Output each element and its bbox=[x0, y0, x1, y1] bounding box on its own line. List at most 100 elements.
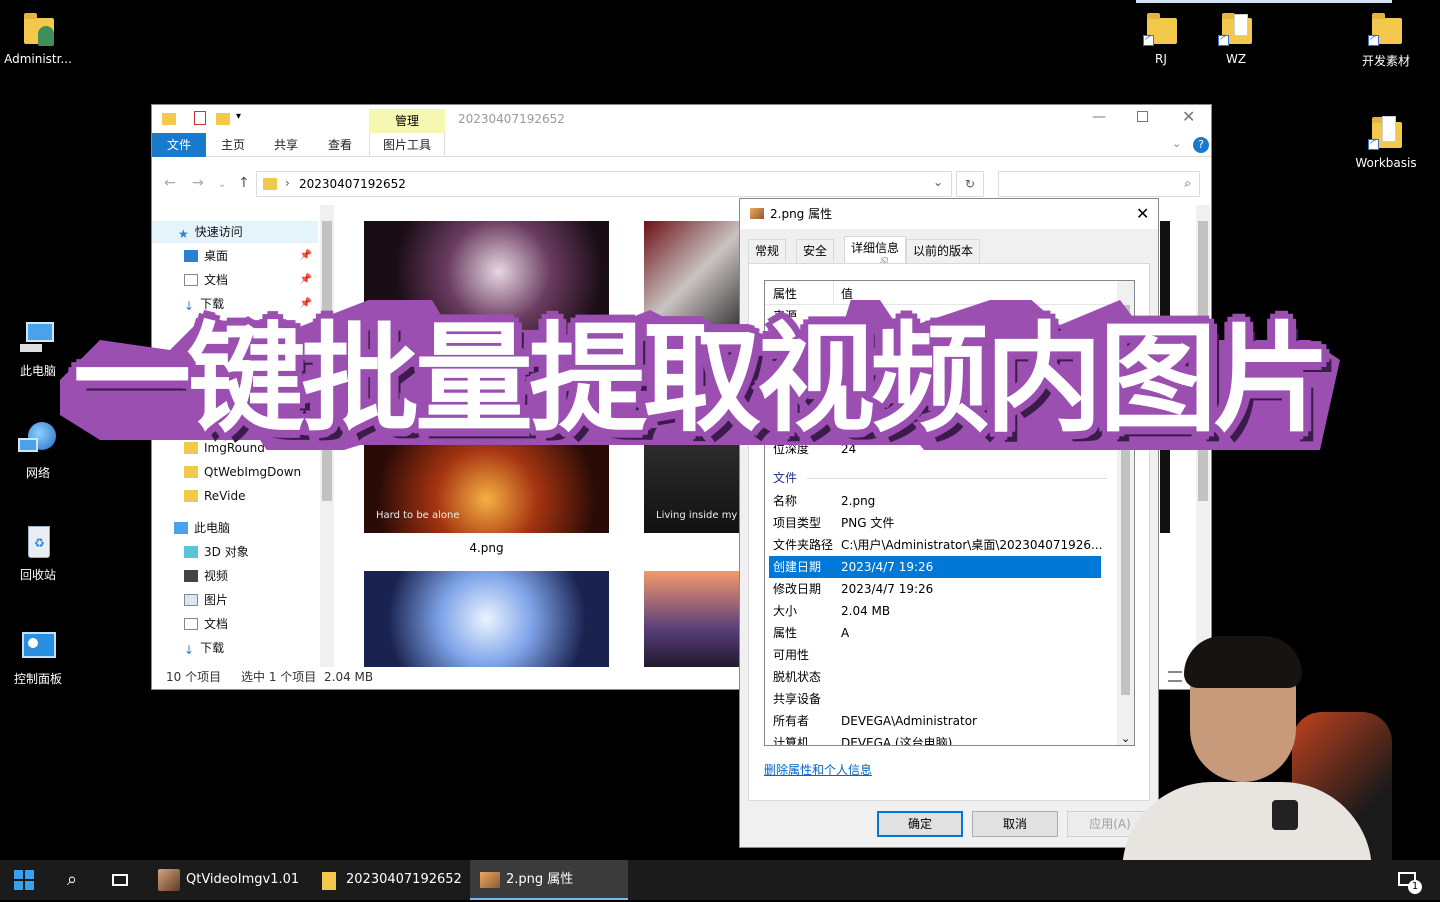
forward-icon[interactable]: → bbox=[192, 175, 204, 191]
desktop-icon-administrator[interactable]: Administr... bbox=[0, 8, 76, 66]
help-icon[interactable]: ? bbox=[1193, 137, 1209, 153]
nav-item-qtwebimgdown[interactable]: QtWebImgDown bbox=[184, 461, 318, 483]
banner-text: 一键批量提取视频内图片 bbox=[72, 310, 1331, 448]
tab-picture-tools[interactable]: 图片工具 bbox=[369, 133, 445, 157]
folder-shortcut-icon bbox=[1216, 8, 1256, 48]
ribbon-expand-icon[interactable]: ⌄ bbox=[1172, 137, 1181, 150]
computer-icon bbox=[174, 522, 188, 534]
nav-pc-documents[interactable]: 文档 bbox=[184, 613, 318, 635]
user-folder-icon bbox=[18, 8, 58, 48]
explorer-titlebar: ▾ 管理 20230407192652 — ✕ bbox=[152, 105, 1211, 133]
start-button[interactable] bbox=[0, 860, 48, 900]
tab-previous-versions[interactable]: 以前的版本 bbox=[906, 239, 981, 263]
search-input[interactable]: ⌕ bbox=[998, 171, 1200, 197]
tab-home[interactable]: 主页 bbox=[208, 133, 258, 157]
minimize-icon[interactable]: — bbox=[1092, 109, 1106, 125]
thumbnail-6[interactable] bbox=[364, 571, 609, 667]
desktop-icon-label: 回收站 bbox=[19, 568, 56, 582]
nav-pc-videos[interactable]: 视频 bbox=[184, 565, 318, 587]
property-row-folder-path[interactable]: 文件夹路径 C:\用户\Administrator\桌面\202304071926… bbox=[769, 534, 1102, 556]
property-row-owner[interactable]: 所有者 DEVEGA\Administrator bbox=[769, 710, 1101, 732]
taskbar-item-qtvideoimg[interactable]: QtVideoImgv1.01 bbox=[148, 860, 308, 900]
close-icon[interactable]: ✕ bbox=[1136, 199, 1149, 229]
group-header-file: 文件 bbox=[773, 471, 798, 485]
nav-item-documents[interactable]: 文档 📌 bbox=[184, 269, 318, 291]
dialog-titlebar: 2.png 属性 ✕ bbox=[740, 199, 1158, 229]
back-icon[interactable]: ← bbox=[164, 175, 176, 191]
desktop-icon-rj[interactable]: RJ bbox=[1123, 8, 1199, 66]
cube-icon bbox=[184, 546, 198, 558]
taskbar-item-properties[interactable]: 2.png 属性 bbox=[470, 860, 628, 900]
windows-logo-icon bbox=[14, 870, 34, 890]
selected-count: 选中 1 个项目 bbox=[241, 670, 317, 684]
breadcrumb-chevron-icon: › bbox=[285, 176, 290, 190]
property-row-availability[interactable]: 可用性 bbox=[769, 644, 1101, 666]
download-arrow-icon: ↓ bbox=[184, 643, 195, 657]
pin-icon: 📌 bbox=[299, 274, 312, 285]
nav-pc-pictures[interactable]: 图片 bbox=[184, 589, 318, 611]
new-folder-quick-icon[interactable] bbox=[216, 113, 230, 125]
thumbnail-filename: 4.png bbox=[469, 541, 504, 555]
computer-icon bbox=[18, 318, 58, 358]
nav-pc-3d-objects[interactable]: 3D 对象 bbox=[184, 541, 318, 563]
desktop-icon-control-panel[interactable]: 控制面板 bbox=[0, 626, 76, 687]
ok-button[interactable]: 确定 bbox=[877, 811, 963, 837]
property-row-shared-with[interactable]: 共享设备 bbox=[769, 688, 1101, 710]
property-row-size[interactable]: 大小 2.04 MB bbox=[769, 600, 1101, 622]
folder-icon bbox=[322, 872, 336, 890]
address-dropdown-icon[interactable]: ⌄ bbox=[933, 175, 943, 189]
cancel-button[interactable]: 取消 bbox=[972, 811, 1058, 837]
up-icon[interactable]: ↑ bbox=[238, 175, 250, 191]
property-row-computer[interactable]: 计算机 DEVEGA (这台电脑) bbox=[769, 732, 1101, 745]
close-icon[interactable]: ✕ bbox=[1182, 107, 1195, 126]
tab-file[interactable]: 文件 bbox=[152, 133, 206, 157]
maximize-icon[interactable] bbox=[1137, 111, 1148, 122]
properties-quick-icon[interactable] bbox=[194, 111, 206, 125]
desktop-icon-wz[interactable]: WZ bbox=[1198, 8, 1274, 66]
property-row-created[interactable]: 创建日期 2023/4/7 19:26 bbox=[769, 556, 1101, 578]
nav-quick-access[interactable]: ★ 快速访问 bbox=[152, 221, 318, 243]
group-divider bbox=[807, 478, 1107, 479]
remove-properties-link[interactable]: 删除属性和个人信息 bbox=[764, 761, 872, 778]
folder-shortcut-icon bbox=[1366, 8, 1406, 48]
desktop-top-bar bbox=[1136, 0, 1392, 3]
document-icon bbox=[184, 274, 198, 286]
desktop-icon-dev-assets[interactable]: 开发素材 bbox=[1348, 8, 1424, 69]
search-icon: ⌕ bbox=[66, 869, 78, 890]
dialog-title: 2.png 属性 bbox=[770, 207, 833, 221]
document-icon bbox=[184, 618, 198, 630]
desktop-icon-workbasis[interactable]: Workbasis bbox=[1348, 112, 1424, 170]
notification-center-button[interactable]: 1 bbox=[1390, 860, 1430, 900]
property-row-name[interactable]: 名称 2.png bbox=[769, 490, 1101, 512]
nav-item-desktop[interactable]: 桌面 📌 bbox=[184, 245, 318, 267]
refresh-button[interactable]: ↻ bbox=[956, 171, 984, 197]
desktop-icon-label: WZ bbox=[1225, 52, 1247, 66]
desktop-icon bbox=[184, 250, 198, 262]
folder-icon bbox=[184, 490, 198, 502]
dropdown-arrow-icon[interactable]: ▾ bbox=[236, 111, 241, 122]
desktop-icon-label: Workbasis bbox=[1355, 156, 1417, 170]
person-hair bbox=[1184, 636, 1302, 688]
address-bar[interactable]: › 20230407192652 ⌄ bbox=[256, 171, 952, 197]
tab-share[interactable]: 共享 bbox=[260, 133, 312, 157]
taskbar-item-explorer[interactable]: 20230407192652 bbox=[310, 860, 468, 900]
thumbnail-7[interactable] bbox=[644, 571, 744, 667]
tab-general[interactable]: 常规 bbox=[748, 239, 787, 263]
property-row-offline-status[interactable]: 脱机状态 bbox=[769, 666, 1101, 688]
property-row-modified[interactable]: 修改日期 2023/4/7 19:26 bbox=[769, 578, 1101, 600]
property-row-attributes[interactable]: 属性 A bbox=[769, 622, 1101, 644]
recycle-bin-icon: ♻ bbox=[18, 522, 58, 562]
nav-pc-downloads[interactable]: ↓ 下载 bbox=[184, 637, 318, 659]
task-view-button[interactable] bbox=[96, 860, 144, 900]
tab-security[interactable]: 安全 bbox=[796, 239, 835, 263]
thumbnail-caption: Living inside my bbox=[656, 510, 738, 521]
recent-dropdown-icon[interactable]: ⌄ bbox=[218, 179, 226, 190]
tab-view[interactable]: 查看 bbox=[314, 133, 366, 157]
desktop-icon-recycle-bin[interactable]: ♻ 回收站 bbox=[0, 522, 76, 583]
property-row-type[interactable]: 项目类型 PNG 文件 bbox=[769, 512, 1101, 534]
search-icon: ⌕ bbox=[1184, 176, 1191, 190]
nav-item-revide[interactable]: ReVide bbox=[184, 485, 318, 507]
nav-this-pc[interactable]: 此电脑 bbox=[174, 517, 318, 539]
folder-icon bbox=[162, 113, 176, 125]
search-button[interactable]: ⌕ bbox=[48, 860, 96, 900]
